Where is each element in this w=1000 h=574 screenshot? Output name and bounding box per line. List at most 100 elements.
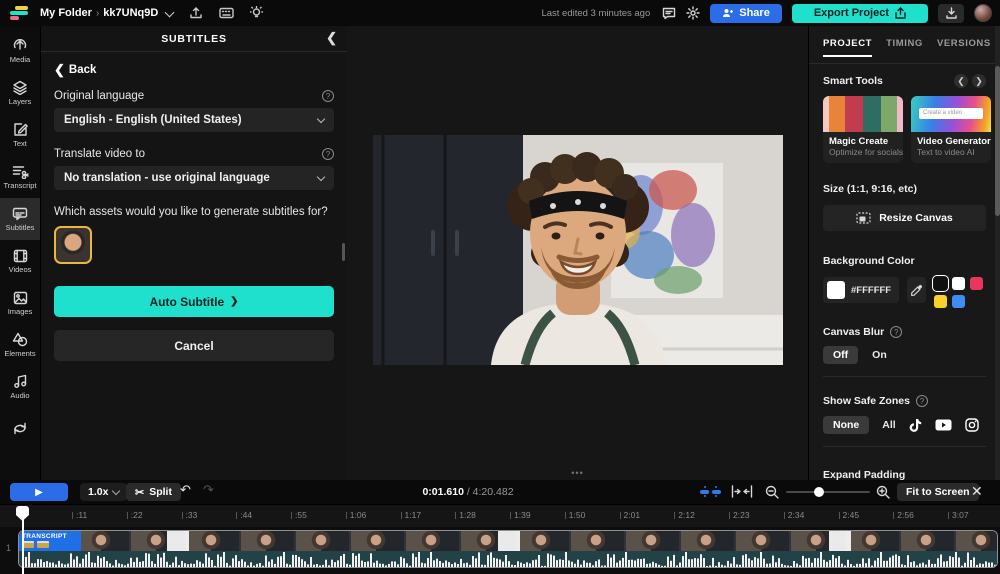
help-icon[interactable]: ? — [915, 395, 928, 407]
share-person-icon — [723, 9, 734, 17]
sidebar-item-transcript[interactable]: Transcript — [0, 156, 40, 198]
ruler-tick: :22 — [126, 510, 143, 520]
ruler-tick: 2:34 — [783, 510, 804, 520]
timeline-snap-toggle-icon[interactable] — [700, 486, 722, 497]
sidebar-item-media[interactable]: Media — [0, 30, 40, 72]
canvas-area[interactable]: ••• — [347, 26, 808, 480]
auto-subtitle-button[interactable]: Auto Subtitle ❯ — [54, 286, 334, 317]
kapwing-logo[interactable] — [8, 5, 30, 21]
audio-note-icon — [13, 374, 26, 388]
collapse-panel-icon[interactable]: ❮ — [326, 30, 337, 46]
panel-scrollbar-thumb[interactable] — [995, 66, 1000, 216]
canvas-resize-handle[interactable]: ••• — [571, 468, 583, 478]
chevron-down-icon — [112, 486, 121, 495]
ruler-tick: :11 — [72, 510, 87, 520]
resize-canvas-button[interactable]: Resize Canvas — [823, 205, 986, 231]
swatch-white[interactable] — [951, 277, 965, 290]
smart-tools-next-button[interactable]: ❯ — [972, 74, 986, 88]
breadcrumb-project[interactable]: kk7UNq9D — [103, 7, 158, 19]
ruler-tick: 2:01 — [619, 510, 640, 520]
help-icon[interactable]: ? — [322, 148, 334, 160]
help-icon[interactable]: ? — [890, 326, 903, 338]
tab-timing[interactable]: TIMING — [886, 38, 923, 57]
cancel-label: Cancel — [174, 338, 214, 353]
swatch-yellow[interactable] — [933, 295, 947, 308]
share-button[interactable]: Share — [710, 3, 782, 23]
comments-icon[interactable] — [662, 7, 676, 20]
ruler-tick: 1:50 — [564, 510, 585, 520]
transcript-badge-thumbnails — [22, 541, 78, 548]
back-button[interactable]: ❮ Back — [54, 62, 334, 78]
upload-icon[interactable] — [189, 6, 203, 20]
assets-question: Which assets would you like to generate … — [54, 206, 328, 218]
split-button[interactable]: ✂ Split — [126, 483, 181, 501]
sidebar-item-videos[interactable]: Videos — [0, 240, 40, 282]
timeline-zoom-slider[interactable] — [786, 487, 870, 497]
panel-scrollbar-track[interactable] — [995, 26, 1000, 480]
panel-scrollbar[interactable] — [342, 243, 345, 261]
sidebar-item-elements[interactable]: Elements — [0, 324, 40, 366]
zoom-slider-knob[interactable] — [814, 487, 824, 497]
asset-thumbnail[interactable] — [54, 226, 92, 264]
play-button[interactable]: ▶ — [10, 483, 68, 501]
tab-versions[interactable]: VERSIONS — [937, 38, 991, 57]
lightbulb-icon[interactable] — [250, 6, 264, 20]
video-clip[interactable]: TRANSCRIPT — [18, 530, 998, 568]
transcript-badge[interactable]: TRANSCRIPT — [19, 531, 81, 551]
tiktok-icon[interactable] — [909, 418, 922, 433]
sidebar-item-images[interactable]: Images — [0, 282, 40, 324]
speed-dropdown[interactable]: 1.0x — [80, 483, 128, 501]
translate-select[interactable]: No translation - use original language — [54, 166, 334, 190]
translate-value: No translation - use original language — [64, 172, 270, 184]
export-project-button[interactable]: Export Project — [791, 3, 928, 23]
swatch-blue[interactable] — [951, 295, 965, 308]
tab-project[interactable]: PROJECT — [823, 38, 873, 57]
safe-zone-all-button[interactable]: All — [882, 419, 895, 431]
chevron-down-icon — [316, 172, 326, 181]
card-subtitle: Text to video AI — [917, 147, 975, 157]
swatch-red[interactable] — [969, 277, 983, 290]
media-upload-icon — [13, 39, 27, 50]
canvas-blur-on-button[interactable]: On — [872, 349, 887, 361]
chevron-down-icon[interactable] — [164, 7, 175, 17]
zoom-out-icon[interactable] — [765, 485, 779, 499]
close-timeline-icon[interactable]: ✕ — [971, 483, 983, 500]
background-hex-input[interactable]: #FFFFFF — [823, 277, 900, 303]
help-icon[interactable]: ? — [322, 90, 334, 102]
hex-value: #FFFFFF — [851, 284, 892, 296]
download-button[interactable] — [938, 3, 964, 23]
sidebar-item-text[interactable]: Text — [0, 114, 40, 156]
elements-shapes-icon — [12, 332, 28, 347]
chevron-down-icon — [316, 114, 326, 123]
zoom-in-icon[interactable] — [876, 485, 890, 499]
fit-to-screen-button[interactable]: Fit to Screen — [897, 483, 979, 501]
swatch-black[interactable] — [931, 275, 949, 292]
sidebar-item-subtitles[interactable]: Subtitles — [0, 198, 40, 240]
safe-zone-none-button[interactable]: None — [823, 416, 870, 434]
keyboard-shortcuts-icon[interactable] — [219, 7, 235, 19]
undo-button[interactable]: ↶ — [180, 482, 191, 498]
smart-tool-magic-create[interactable]: Magic Create Optimize for socials — [823, 96, 903, 163]
original-language-select[interactable]: English - English (United States) — [54, 108, 334, 132]
user-avatar[interactable] — [974, 4, 992, 22]
export-icon — [895, 7, 906, 19]
breadcrumb-folder[interactable]: My Folder — [40, 7, 92, 19]
jump-to-playhead-icon[interactable] — [731, 485, 753, 498]
eyedropper-button[interactable] — [907, 277, 926, 303]
redo-button[interactable]: ↷ — [203, 482, 214, 498]
ruler-tick: 2:45 — [838, 510, 859, 520]
sidebar-item-audio[interactable]: Audio — [0, 366, 40, 408]
smart-tools-prev-button[interactable]: ❮ — [954, 74, 968, 88]
smart-tool-video-generator[interactable]: Create a video about... Video Generator … — [911, 96, 991, 163]
sync-loop-icon[interactable] — [12, 422, 28, 435]
cancel-button[interactable]: Cancel — [54, 330, 334, 361]
canvas-blur-off-button[interactable]: Off — [823, 346, 859, 364]
timeline-ruler[interactable]: :11:22:33:44:55 1:06 1:17 1:28 1:39 1:50 2:01 2… — [0, 504, 1000, 527]
video-preview[interactable] — [373, 135, 783, 365]
youtube-icon[interactable] — [935, 419, 952, 431]
sidebar-item-layers[interactable]: Layers — [0, 72, 40, 114]
settings-gear-icon[interactable] — [686, 6, 700, 20]
instagram-icon[interactable] — [964, 418, 979, 432]
smart-tools-title: Smart Tools — [823, 75, 883, 87]
track-number: 1 — [6, 543, 12, 553]
